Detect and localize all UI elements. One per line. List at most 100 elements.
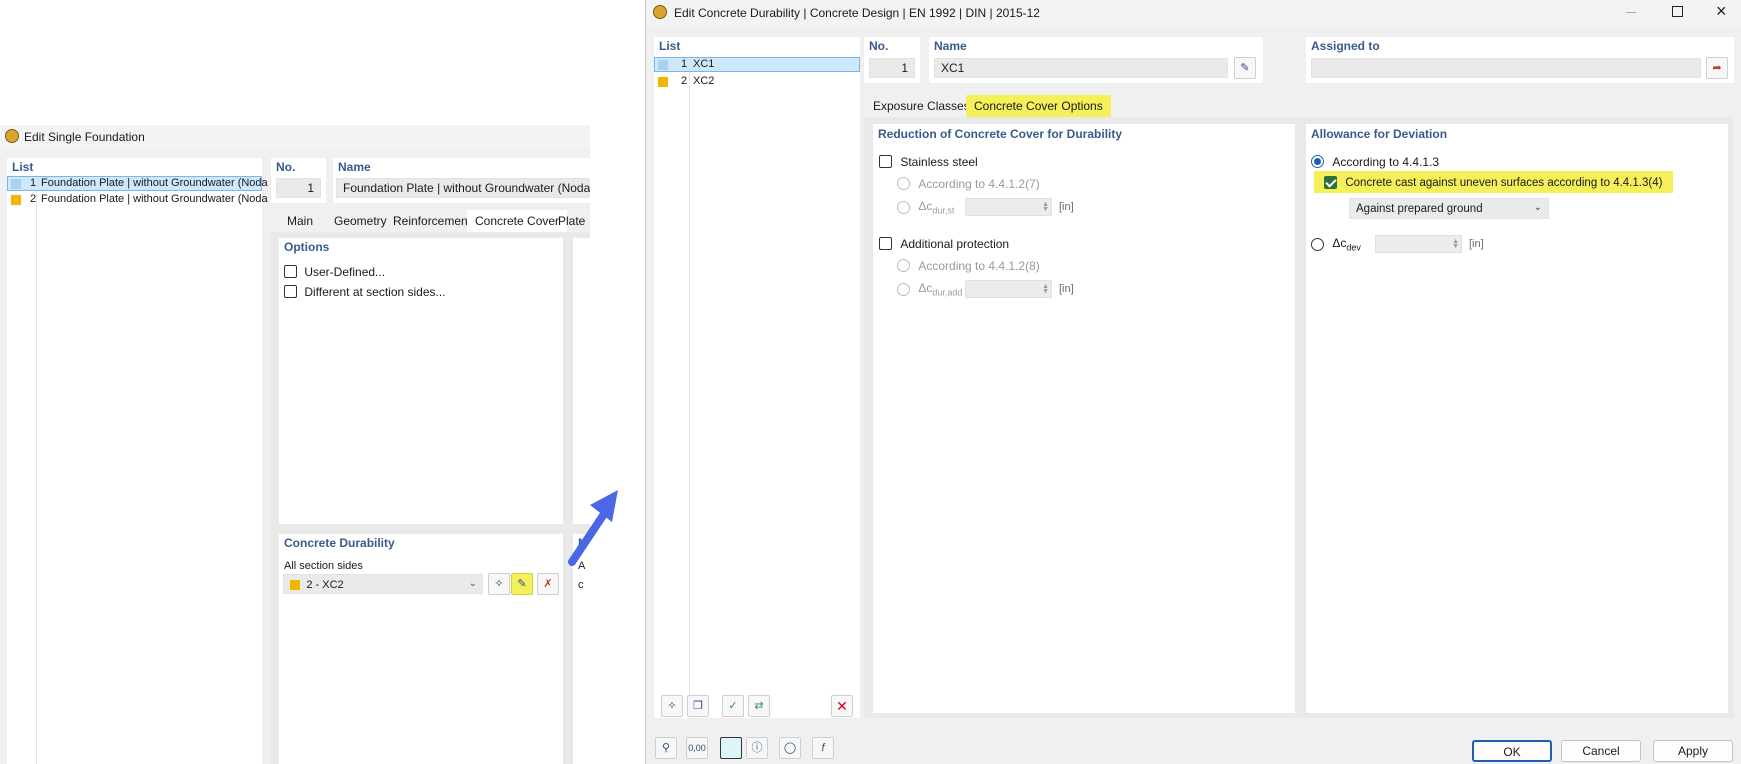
additional-protection-label: Additional protection <box>900 236 1010 251</box>
chevron-down-icon: ⌄ <box>468 578 477 589</box>
stainless-steel-checkbox[interactable] <box>879 155 892 169</box>
delete-item-button[interactable]: ✕ <box>831 695 853 717</box>
edit-name-button[interactable]: ✎ <box>1234 57 1256 79</box>
new-durability-button[interactable]: ✧ <box>488 573 510 595</box>
list-item-no: 2 <box>681 75 688 87</box>
right-list-panel: List 1 XC1 2 XC2 ✧ ❐ ✓ ⇄ ✕ <box>654 37 860 718</box>
cancel-button[interactable]: Cancel <box>1561 740 1641 762</box>
additional-delta-option[interactable]: Δcdur,add <box>897 281 962 297</box>
info-button[interactable]: ⓘ <box>746 737 768 759</box>
uneven-surfaces-checkbox[interactable] <box>1324 176 1337 190</box>
different-sides-label: Different at section sides... <box>304 284 446 299</box>
list-item-name: XC2 <box>693 75 715 87</box>
view-button[interactable]: ◯ <box>779 737 801 759</box>
additional-according-label: According to 4.4.1.2(8) <box>918 258 1040 273</box>
delta-dev-label: Δcdev <box>1332 236 1361 252</box>
reduction-header: Reduction of Concrete Cover for Durabili… <box>878 127 1123 141</box>
formula-button[interactable]: f <box>812 737 834 759</box>
stainless-delta-radio[interactable] <box>897 200 910 214</box>
left-list-panel: List 1 Foundation Plate | without Ground… <box>7 158 268 764</box>
left-tab-plate[interactable]: Plate <box>550 210 593 232</box>
user-defined-option[interactable]: User-Defined... <box>284 264 385 279</box>
additional-protection-option[interactable]: Additional protection <box>879 236 1009 251</box>
durability-header: Concrete Durability <box>284 536 395 550</box>
different-sides-checkbox[interactable] <box>284 285 297 299</box>
right-name-panel: Name XC1 ✎ <box>929 37 1263 83</box>
new-item-button[interactable]: ✧ <box>661 695 683 717</box>
additional-delta-input[interactable]: ▲ ▼ <box>965 280 1052 298</box>
left-no-field[interactable]: 1 <box>276 178 321 198</box>
minimize-icon[interactable] <box>1626 12 1636 13</box>
left-tab-main[interactable]: Main <box>279 210 321 232</box>
chevron-down-icon: ⌄ <box>1533 202 1542 213</box>
durability-value: 2 - XC2 <box>306 578 344 591</box>
list-item[interactable]: 1 Foundation Plate | without Groundwater… <box>7 176 268 191</box>
check-all-button[interactable]: ✓ <box>722 695 744 717</box>
additional-according-radio[interactable] <box>897 259 910 273</box>
different-sides-option[interactable]: Different at section sides... <box>284 284 446 299</box>
delta-dev-radio[interactable] <box>1311 237 1324 251</box>
additional-delta-radio[interactable] <box>897 282 910 296</box>
uneven-surfaces-option[interactable]: Concrete cast against uneven surfaces ac… <box>1314 171 1673 193</box>
stainless-delta-label: Δcdur,st <box>918 199 954 215</box>
list-item[interactable]: 1 XC1 <box>654 57 860 72</box>
delete-durability-button[interactable]: ✗ <box>537 573 559 595</box>
apply-button[interactable]: Apply <box>1653 740 1733 762</box>
left-no-label: No. <box>276 160 296 174</box>
assigned-to-panel: Assigned to ➦ <box>1306 37 1734 83</box>
stainless-steel-option[interactable]: Stainless steel <box>879 154 978 169</box>
close-icon[interactable]: × <box>1716 1 1727 22</box>
edit-concrete-durability-dialog: Edit Concrete Durability | Concrete Desi… <box>645 0 1741 764</box>
surface-type-select[interactable]: Against prepared ground ⌄ <box>1349 198 1549 219</box>
according-4413-option[interactable]: According to 4.4.1.3 <box>1311 154 1439 169</box>
right-name-field[interactable]: XC1 <box>934 58 1228 78</box>
list-item-color <box>11 179 21 189</box>
delta-dev-input[interactable]: ▲ ▼ <box>1375 235 1462 253</box>
according-4413-radio[interactable] <box>1311 155 1324 169</box>
tab-concrete-cover-options[interactable]: Concrete Cover Options <box>966 95 1111 117</box>
units-button[interactable]: 0,00 <box>686 737 708 759</box>
left-name-label: Name <box>338 160 371 174</box>
list-item-no: 2 <box>30 193 37 205</box>
list-item[interactable]: 2 Foundation Plate | without Groundwater… <box>7 193 268 208</box>
stainless-delta-input[interactable]: ▲ ▼ <box>965 198 1052 216</box>
left-name-panel: Name Foundation Plate | without Groundwa… <box>333 158 590 203</box>
list-item-name: Foundation Plate | without Groundwater (… <box>41 193 268 205</box>
stainless-according-option[interactable]: According to 4.4.1.2(7) <box>897 176 1040 191</box>
stainless-according-radio[interactable] <box>897 177 910 191</box>
copy-item-button[interactable]: ❐ <box>687 695 709 717</box>
assigned-to-field[interactable] <box>1311 58 1701 78</box>
search-tool-button[interactable]: ⚲ <box>655 737 677 759</box>
uncheck-button[interactable]: ⇄ <box>748 695 770 717</box>
user-defined-checkbox[interactable] <box>284 265 297 279</box>
concrete-durability-group: Concrete Durability All section sides 2 … <box>279 534 563 764</box>
stainless-according-label: According to 4.4.1.2(7) <box>918 176 1040 191</box>
left-tab-reinforcement[interactable]: Reinforcement <box>385 210 479 232</box>
additional-unit: [in] <box>1059 283 1074 295</box>
select-assignment-button[interactable]: ➦ <box>1706 57 1728 79</box>
ok-button[interactable]: OK <box>1472 740 1552 762</box>
right-no-panel: No. 1 <box>864 37 920 83</box>
delta-subscript: dur,add <box>932 287 963 298</box>
delta-dev-option[interactable]: Δcdev <box>1311 236 1361 252</box>
left-name-field[interactable]: Foundation Plate | without Groundwater (… <box>336 178 590 198</box>
durability-select[interactable]: 2 - XC2 ⌄ <box>283 574 483 594</box>
surface-type-value: Against prepared ground <box>1356 203 1483 215</box>
stainless-delta-option[interactable]: Δcdur,st <box>897 199 954 215</box>
maximize-icon[interactable] <box>1672 6 1683 17</box>
options-group: Options User-Defined... Different at sec… <box>279 238 563 524</box>
list-item[interactable]: 2 XC2 <box>654 75 860 90</box>
additional-protection-checkbox[interactable] <box>879 237 892 251</box>
list-item-name: Foundation Plate | without Groundwater (… <box>41 177 268 189</box>
additional-according-option[interactable]: According to 4.4.1.2(8) <box>897 258 1040 273</box>
stainless-unit: [in] <box>1059 201 1074 213</box>
edit-durability-button[interactable]: ✎ <box>511 573 533 595</box>
left-list-divider <box>36 175 37 764</box>
right-title-bar: Edit Concrete Durability | Concrete Desi… <box>646 0 1741 26</box>
left-list-header: List <box>12 160 34 174</box>
tab-exposure-classes[interactable]: Exposure Classes <box>865 95 978 117</box>
right-no-field[interactable]: 1 <box>869 58 915 78</box>
color-button[interactable] <box>720 737 742 759</box>
left-no-panel: No. 1 <box>271 158 326 203</box>
annotation-arrow <box>568 490 618 566</box>
